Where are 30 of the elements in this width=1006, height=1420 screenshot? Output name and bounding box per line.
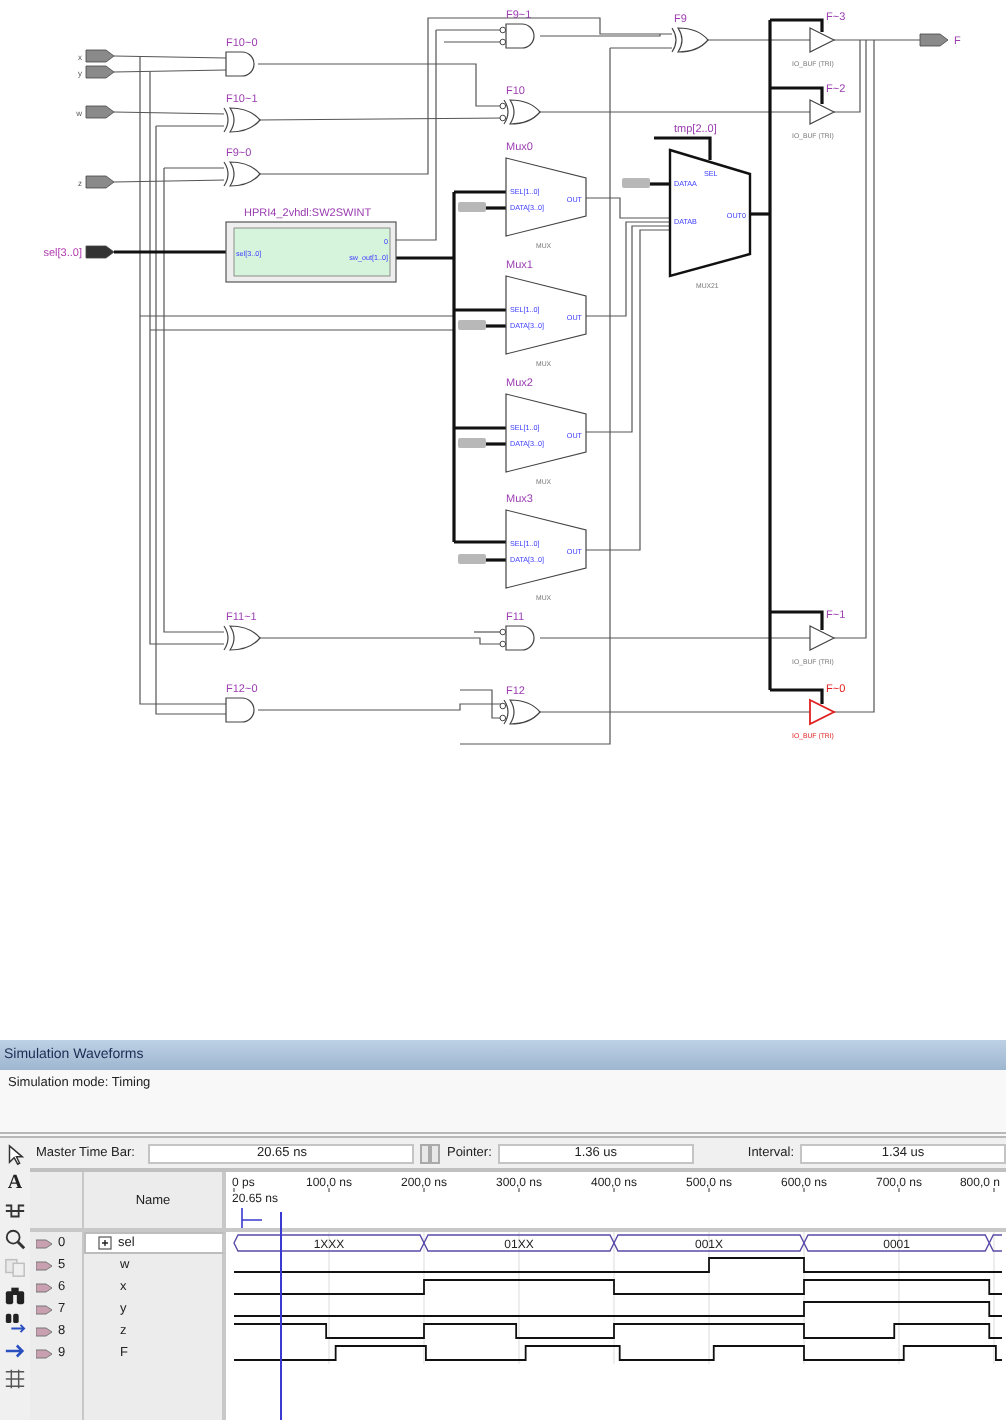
arrow-icon[interactable] <box>4 1340 26 1362</box>
input-pin <box>85 175 115 189</box>
input-pin-icon <box>36 1259 54 1271</box>
input-pin-icon <box>36 1303 54 1315</box>
output-pin <box>919 33 949 47</box>
cursor-marker[interactable] <box>241 1207 263 1228</box>
constant-pin <box>622 178 650 188</box>
find-next-icon[interactable] <box>4 1312 26 1334</box>
input-pin-icon <box>36 1281 54 1293</box>
zoom-icon[interactable] <box>4 1228 26 1250</box>
input-pin <box>85 245 115 259</box>
constant-pin <box>458 554 486 564</box>
multiplexer <box>505 393 587 473</box>
constant-pin <box>458 320 486 330</box>
input-pin-icon <box>36 1347 54 1359</box>
constant-pin <box>458 438 486 448</box>
input-pin-icon <box>36 1325 54 1337</box>
waveform-edit-icon[interactable] <box>4 1200 26 1222</box>
pointer-icon[interactable] <box>4 1144 26 1166</box>
multiplexer <box>505 509 587 589</box>
binoculars-icon[interactable] <box>4 1284 26 1306</box>
input-pin <box>85 105 115 119</box>
multiplexer <box>505 157 587 237</box>
grid-icon[interactable] <box>4 1368 26 1390</box>
multiplexer <box>505 275 587 355</box>
constant-pin <box>458 202 486 212</box>
multiplexer <box>668 148 752 278</box>
expand-icon[interactable] <box>98 1236 112 1250</box>
text-tool[interactable]: A <box>7 1172 23 1194</box>
input-pin-icon <box>36 1237 54 1249</box>
